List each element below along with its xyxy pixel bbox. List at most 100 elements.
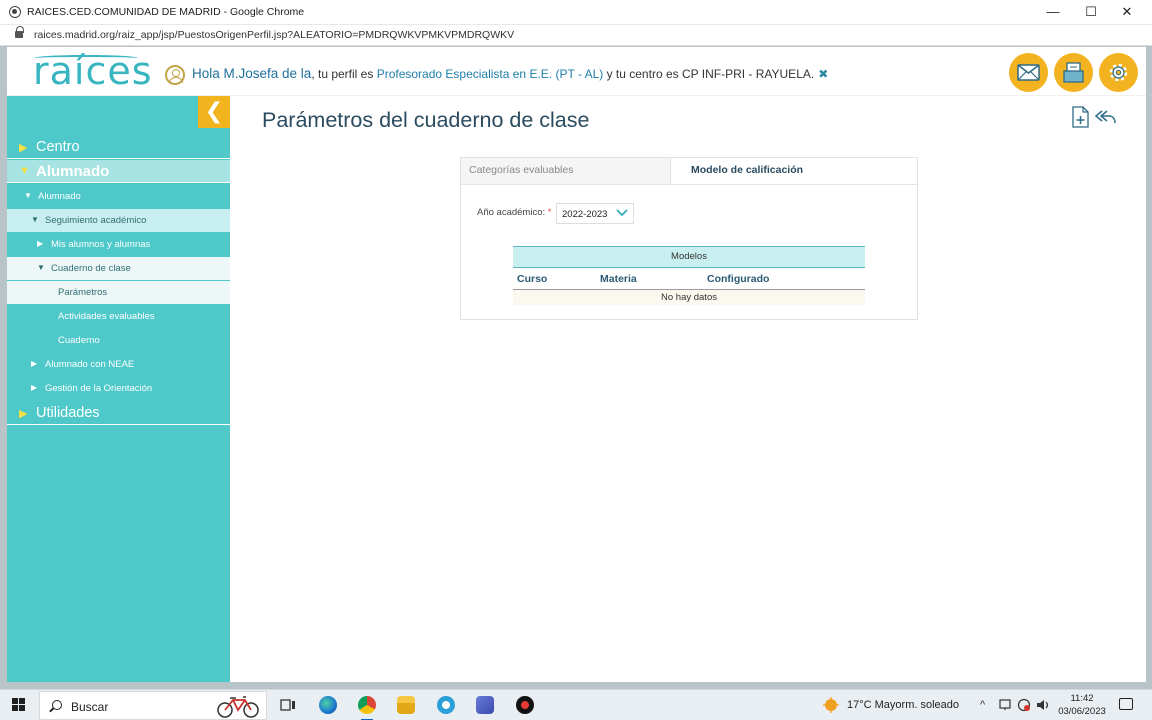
greeting-hello: Hola M.Josefa de la xyxy=(192,66,312,81)
new-document-icon[interactable] xyxy=(1071,105,1091,129)
documents-icon xyxy=(1063,62,1084,83)
minimize-button[interactable]: — xyxy=(1039,3,1067,21)
sidebar-subitem-cuaderno[interactable]: Cuaderno xyxy=(7,329,230,352)
recorder-app-icon[interactable] xyxy=(516,696,534,714)
search-icon xyxy=(52,700,62,710)
gear-icon xyxy=(1109,63,1128,82)
year-field-label: Año académico: * xyxy=(477,207,551,218)
edge-browser-icon[interactable] xyxy=(319,696,337,714)
sidebar-item-label: Actividades evaluables xyxy=(58,311,155,322)
windows-taskbar: Buscar 17°C Mayorm. soleado ^ 11:42 03/0… xyxy=(0,689,1152,720)
triangle-down-icon: ▼ xyxy=(31,215,39,224)
table-header-row: Curso Materia Configurado xyxy=(513,268,865,290)
taskbar-search[interactable]: Buscar xyxy=(39,691,267,720)
sidebar-subitem-actividades[interactable]: Actividades evaluables xyxy=(7,305,230,328)
sidebar-subitem-mis-alumnos[interactable]: ▶ Mis alumnos y alumnas xyxy=(7,233,230,256)
table-title: Modelos xyxy=(513,246,865,268)
greeting-profile-prefix: , tu perfil es xyxy=(311,67,377,81)
network-icon[interactable] xyxy=(1017,698,1031,712)
teams-app-icon[interactable] xyxy=(476,696,494,714)
user-icon xyxy=(165,65,185,85)
sidebar-item-label: Alumnado xyxy=(36,163,110,180)
sidebar-subitem-orientacion[interactable]: ▶ Gestión de la Orientación xyxy=(7,377,230,400)
sidebar-item-label: Alumnado con NEAE xyxy=(45,359,135,370)
parameters-panel: Categorías evaluables Modelo de califica… xyxy=(460,157,918,320)
selected-year: 2022-2023 xyxy=(562,209,608,220)
sidebar-item-label: Centro xyxy=(36,139,80,155)
speaker-icon[interactable] xyxy=(1036,699,1050,711)
academic-year-select[interactable]: 2022-2023 xyxy=(556,203,634,224)
file-explorer-icon[interactable] xyxy=(397,696,415,714)
column-header-curso[interactable]: Curso xyxy=(517,273,547,285)
sidebar-subitem-neae[interactable]: ▶ Alumnado con NEAE xyxy=(7,353,230,376)
windows-start-icon[interactable] xyxy=(12,698,26,712)
triangle-down-icon: ▼ xyxy=(24,191,32,200)
page-title: Parámetros del cuaderno de clase xyxy=(262,108,590,132)
bicycle-icon xyxy=(217,696,259,718)
clock-date: 03/06/2023 xyxy=(1058,706,1106,717)
clock-time: 11:42 xyxy=(1070,693,1094,704)
lock-icon xyxy=(15,26,24,39)
browser-title-bar: RAICES.CED.COMUNIDAD DE MADRID - Google … xyxy=(0,0,1152,25)
sidebar-item-utilidades[interactable]: ▶ Utilidades xyxy=(7,402,230,425)
triangle-right-icon: ▶ xyxy=(37,239,44,248)
profile-link[interactable]: Profesorado Especialista en E.E. (PT - A… xyxy=(377,67,604,81)
close-session-icon[interactable]: ✖ xyxy=(818,67,828,81)
sidebar-subitem-cuaderno-clase[interactable]: ▼ Cuaderno de clase xyxy=(7,257,230,280)
sidebar-item-label: Seguimiento académico xyxy=(45,215,147,226)
reply-back-icon[interactable] xyxy=(1093,107,1117,127)
greeting-center-prefix: y tu centro es xyxy=(603,67,682,81)
empty-table-message: No hay datos xyxy=(513,290,865,305)
url-text[interactable]: raices.madrid.org/raiz_app/jsp/PuestosOr… xyxy=(34,29,514,41)
sidebar-item-label: Alumnado xyxy=(38,191,81,202)
column-header-materia[interactable]: Materia xyxy=(600,273,637,285)
web-page: raíces Hola M.Josefa de la, tu perfil es… xyxy=(7,47,1146,682)
sidebar-item-label: Cuaderno xyxy=(58,335,100,346)
internet-explorer-icon[interactable] xyxy=(437,696,455,714)
raices-logo[interactable]: raíces xyxy=(33,49,153,93)
triangle-right-icon: ▶ xyxy=(19,408,28,420)
chrome-favicon-icon xyxy=(9,6,21,18)
weather-sun-icon[interactable] xyxy=(822,696,840,714)
required-mark: * xyxy=(547,207,552,218)
site-header: raíces Hola M.Josefa de la, tu perfil es… xyxy=(7,47,1146,96)
address-bar[interactable]: raices.madrid.org/raiz_app/jsp/PuestosOr… xyxy=(0,25,1152,46)
tab-modelo-calificacion[interactable]: Modelo de calificación xyxy=(691,164,803,176)
system-clock[interactable]: 11:42 03/06/2023 xyxy=(1057,692,1107,718)
window-title: RAICES.CED.COMUNIDAD DE MADRID - Google … xyxy=(27,6,305,18)
sidebar-subitem-parametros[interactable]: Parámetros xyxy=(7,281,230,304)
tab-categorias-evaluables[interactable]: Categorías evaluables xyxy=(461,158,671,184)
triangle-down-icon: ▼ xyxy=(19,165,30,177)
sidebar-item-centro[interactable]: ▶ Centro xyxy=(7,136,230,159)
mail-button[interactable] xyxy=(1009,53,1048,92)
weather-text[interactable]: 17°C Mayorm. soleado xyxy=(847,699,959,711)
chrome-browser-icon[interactable] xyxy=(358,696,376,720)
envelope-icon xyxy=(1017,64,1040,81)
models-table: Modelos Curso Materia Configurado No hay… xyxy=(513,246,865,305)
search-placeholder: Buscar xyxy=(71,700,109,714)
sidebar-item-label: Mis alumnos y alumnas xyxy=(51,239,151,250)
maximize-button[interactable]: ☐ xyxy=(1077,3,1105,21)
sidebar-subitem-seguimiento[interactable]: ▼ Seguimiento académico xyxy=(7,209,230,232)
triangle-right-icon: ▶ xyxy=(31,383,38,392)
display-icon[interactable] xyxy=(999,699,1011,711)
tray-chevron-icon[interactable]: ^ xyxy=(980,699,985,711)
collapse-sidebar-button[interactable]: ❮ xyxy=(198,96,230,128)
sidebar-item-alumnado[interactable]: ▼ Alumnado xyxy=(7,160,230,183)
sidebar-item-label: Parámetros xyxy=(58,287,108,298)
documents-button[interactable] xyxy=(1054,53,1093,92)
triangle-down-icon: ▼ xyxy=(37,263,45,272)
sidebar-subitem-alumnado[interactable]: ▼ Alumnado xyxy=(7,185,230,208)
sidebar-menu: ❮ ▶ Centro ▼ Alumnado ▼ Alumnado ▼ Segui… xyxy=(7,96,230,682)
notifications-icon[interactable] xyxy=(1119,698,1133,710)
sidebar-item-label: Utilidades xyxy=(36,405,100,421)
user-greeting: Hola M.Josefa de la, tu perfil es Profes… xyxy=(192,66,828,81)
close-window-button[interactable]: ✕ xyxy=(1113,3,1141,21)
chevron-down-icon xyxy=(616,209,628,217)
task-view-icon[interactable] xyxy=(280,697,296,713)
column-header-configurado[interactable]: Configurado xyxy=(707,273,769,285)
settings-button[interactable] xyxy=(1099,53,1138,92)
sidebar-item-label: Gestión de la Orientación xyxy=(45,383,153,394)
sidebar-item-label: Cuaderno de clase xyxy=(51,263,131,274)
center-name: CP INF-PRI - RAYUELA. xyxy=(681,67,815,81)
